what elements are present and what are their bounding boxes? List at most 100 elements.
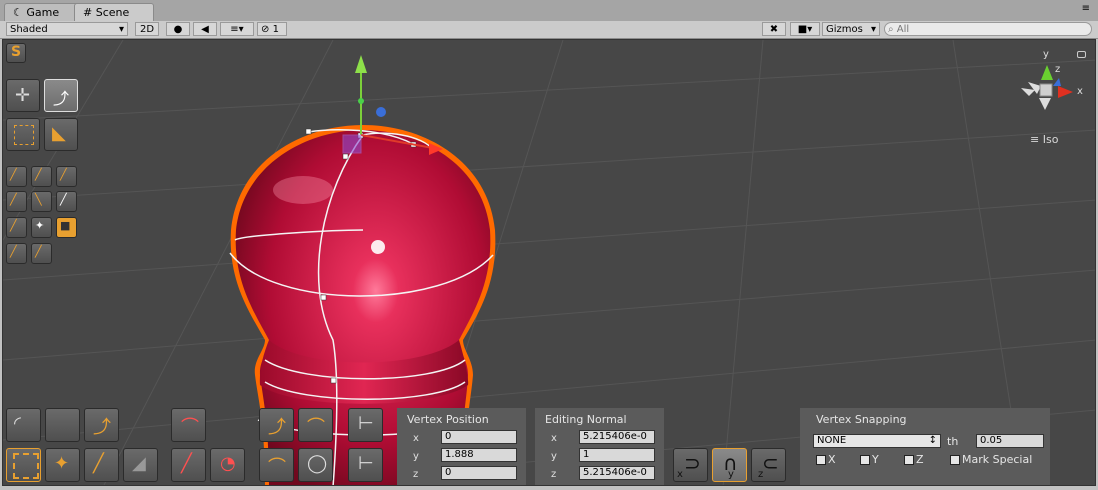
area-fill-button[interactable] <box>6 448 41 482</box>
curve-point-button[interactable]: ⤴ <box>84 408 119 442</box>
curve-tool-7[interactable]: ╱ <box>6 217 27 238</box>
vertex-edit-button[interactable]: ⌒ <box>259 448 294 482</box>
tab-bar: ☾ Game # Scene ≡ <box>0 0 1098 22</box>
tab-scene[interactable]: # Scene <box>74 3 154 22</box>
2d-label: 2D <box>139 24 155 35</box>
curve-tool-11[interactable]: ╱ <box>31 243 52 264</box>
nodes-icon: ✦ <box>54 453 70 474</box>
curve-tool-6[interactable]: ╱ <box>56 191 77 212</box>
red-sector-button[interactable]: ◔ <box>210 448 245 482</box>
curve-tool-8[interactable]: ✦ <box>31 217 52 238</box>
en-y-label: y <box>551 451 557 462</box>
camera-dropdown[interactable]: ■▾ <box>790 22 820 36</box>
red-curve-button[interactable]: ⌒ <box>171 408 206 442</box>
node-tool-button[interactable]: ✦ <box>45 448 80 482</box>
effects-dropdown[interactable]: ≡▾ <box>220 22 254 36</box>
vp-x-label: x <box>413 433 419 444</box>
threshold-label: th <box>947 435 959 448</box>
editing-normal-panel: Editing Normal x 5.215406e-0 y 1 z 5.215… <box>535 408 664 485</box>
2d-toggle[interactable]: 2D <box>135 22 159 36</box>
split-button[interactable]: ⊢ <box>348 408 383 442</box>
search-placeholder: All <box>896 24 910 35</box>
move-tool-button[interactable]: ✛ <box>6 79 40 112</box>
tab-game[interactable]: ☾ Game <box>4 3 84 22</box>
snap-x-checkbox[interactable] <box>816 455 826 465</box>
en-z-field[interactable]: 5.215406e-0 <box>579 466 655 480</box>
axis-y-button[interactable]: ∩ y <box>712 448 747 482</box>
snap-mode-value: NONE <box>817 435 847 446</box>
triangle-tool-button[interactable]: ◣ <box>44 118 78 151</box>
gizmo-z-label: z <box>1055 64 1061 75</box>
curve-edit-icon: ⤴ <box>53 89 70 108</box>
fan-icon: ◢ <box>132 453 146 474</box>
curve-tool-10[interactable]: ╱ <box>6 243 27 264</box>
empty-tool-button[interactable] <box>45 408 80 442</box>
axis-curve-icon: ⊂ <box>762 451 779 475</box>
scene-viewport[interactable]: y z x ≡ Iso S ✛ ⤴ ◣ ╱ ╱ ╱ ╱ ╲ ╱ ╱ ✦ ■ ╱ … <box>2 39 1096 486</box>
curve-icon: ╱ <box>60 193 67 206</box>
arcs-icon: ◜ <box>14 413 21 434</box>
search-input[interactable]: ⌕ All <box>884 22 1092 36</box>
en-y-field[interactable]: 1 <box>579 448 655 462</box>
en-x-field[interactable]: 5.215406e-0 <box>579 430 655 444</box>
view-mode[interactable]: ≡ Iso <box>1030 133 1058 146</box>
axis-z-button[interactable]: ⊂ z <box>751 448 786 482</box>
snap-z-checkbox[interactable] <box>904 455 914 465</box>
sector-icon: ◔ <box>220 453 236 474</box>
lighting-button[interactable]: ● <box>166 22 190 36</box>
axis-x-button[interactable]: ⊃ x <box>673 448 708 482</box>
vertex-add-button[interactable]: ⤴ <box>259 408 294 442</box>
hidden-objects-toggle[interactable]: ⊘ 1 <box>257 22 287 36</box>
dropdown-arrow-icon: ▾ <box>118 24 124 35</box>
threshold-field[interactable]: 0.05 <box>976 434 1044 448</box>
vp-y-label: y <box>413 451 419 462</box>
vp-z-field[interactable]: 0 <box>441 466 517 480</box>
dashed-line-icon: ╱ <box>10 245 17 258</box>
rect-select-button[interactable] <box>6 118 40 151</box>
curve-tool-9[interactable]: ■ <box>56 217 77 238</box>
path-tool-button[interactable]: ╱ <box>84 448 119 482</box>
curve-tool-3[interactable]: ╱ <box>56 166 77 187</box>
curve-tool-2[interactable]: ╱ <box>31 166 52 187</box>
join-button[interactable]: ⊢ <box>348 448 383 482</box>
curve-point-icon: ⤴ <box>93 417 111 438</box>
lock-icon[interactable] <box>1077 51 1086 58</box>
curve-icon: ╲ <box>35 193 42 206</box>
red-line-button[interactable]: ╱ <box>171 448 206 482</box>
shading-dropdown[interactable]: Shaded ▾ <box>6 22 128 36</box>
curve-tool-4[interactable]: ╱ <box>6 191 27 212</box>
arc-tool-button[interactable]: ◜ <box>6 408 41 442</box>
vertex-curve-icon: ⌒ <box>307 417 325 438</box>
rect-select-icon <box>14 125 34 145</box>
curve-tool-5[interactable]: ╲ <box>31 191 52 212</box>
vertex-circle-button[interactable]: ◯ <box>298 448 333 482</box>
orientation-gizmo <box>1021 65 1073 110</box>
area-icon <box>13 453 39 479</box>
gizmos-dropdown[interactable]: Gizmos ▾ <box>822 22 880 36</box>
eye-slash-icon: ⊘ <box>261 24 270 35</box>
audio-button[interactable]: ◀ <box>193 22 217 36</box>
red-curve-icon: ⌒ <box>181 417 199 438</box>
curve-icon: ╱ <box>10 168 17 181</box>
tools-button[interactable]: ✖ <box>762 22 786 36</box>
snap-y-checkbox[interactable] <box>860 455 870 465</box>
fan-tool-button[interactable]: ◢ <box>123 448 158 482</box>
mark-special-checkbox[interactable] <box>950 455 960 465</box>
window-menu-icon[interactable]: ≡ <box>1082 3 1090 14</box>
snap-mode-select[interactable]: NONE ↕ <box>813 434 941 448</box>
curve-tool-1[interactable]: ╱ <box>6 166 27 187</box>
vertex-position-title: Vertex Position <box>407 413 489 426</box>
scene-toolbar: Shaded ▾ 2D ● ◀ ≡▾ ⊘ 1 ✖ ■▾ Gizmos ▾ ⌕ A… <box>0 21 1098 39</box>
view-mode-label: Iso <box>1042 133 1059 146</box>
axis-x-label: x <box>677 469 683 480</box>
vertex-curve-icon: ⤴ <box>268 417 286 438</box>
vp-x-field[interactable]: 0 <box>441 430 517 444</box>
curve-icon: ╱ <box>60 168 67 181</box>
spline-edit-button[interactable]: ⤴ <box>44 79 78 112</box>
vertex-curve-button[interactable]: ⌒ <box>298 408 333 442</box>
join-icon: ⊢ <box>358 453 374 474</box>
vp-y-field[interactable]: 1.888 <box>441 448 517 462</box>
grid-icon: # <box>83 6 93 19</box>
axis-y-label: y <box>728 469 734 480</box>
pb-logo-button[interactable]: S <box>6 43 26 63</box>
